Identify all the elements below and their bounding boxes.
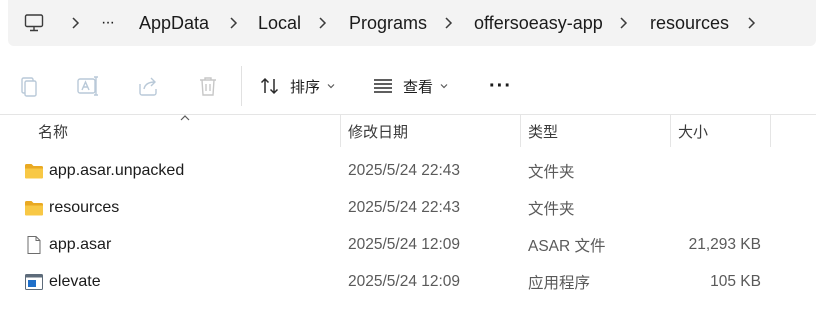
computer-icon[interactable] — [24, 13, 44, 33]
rename-icon[interactable] — [76, 74, 100, 98]
file-row[interactable]: app.asar.unpacked 2025/5/24 22:43 文件夹 — [0, 152, 816, 189]
chevron-right-icon[interactable] — [440, 15, 456, 31]
file-modified: 2025/5/24 22:43 — [348, 198, 461, 216]
breadcrumb-item-appdata[interactable]: AppData — [139, 0, 209, 46]
file-size: 105 KB — [710, 272, 761, 290]
file-row[interactable]: app.asar 2025/5/24 12:09 ASAR 文件 21,293 … — [0, 226, 816, 263]
file-modified: 2025/5/24 12:09 — [348, 272, 461, 290]
folder-icon — [25, 201, 43, 216]
file-name[interactable]: app.asar.unpacked — [49, 152, 184, 189]
address-bar[interactable]: ··· AppData Local Programs offersoeasy-a… — [8, 0, 816, 46]
file-name[interactable]: elevate — [49, 263, 101, 300]
column-header-modified[interactable]: 修改日期 — [348, 115, 408, 147]
chevron-down-icon — [327, 84, 335, 89]
chevron-right-icon[interactable] — [743, 15, 759, 31]
file-name[interactable]: resources — [49, 189, 119, 226]
file-icon — [27, 236, 41, 254]
view-list-icon — [374, 79, 392, 93]
sort-ascending-icon — [180, 115, 190, 121]
file-type: ASAR 文件 — [528, 237, 606, 255]
breadcrumb-item-resources[interactable]: resources — [650, 0, 729, 46]
column-separator[interactable] — [520, 115, 521, 147]
view-button[interactable]: 查看 — [372, 70, 449, 102]
toolbar-separator — [241, 66, 242, 106]
breadcrumb-item-programs[interactable]: Programs — [349, 0, 427, 46]
chevron-right-icon[interactable] — [615, 15, 631, 31]
file-row[interactable]: resources 2025/5/24 22:43 文件夹 — [0, 189, 816, 226]
file-type: 应用程序 — [528, 274, 591, 292]
breadcrumb-more[interactable]: ··· — [101, 0, 115, 46]
breadcrumb-item-offersoeasy-app[interactable]: offersoeasy-app — [474, 0, 603, 46]
sort-label: 排序 — [290, 78, 321, 96]
sort-icon — [260, 77, 279, 95]
column-header-size[interactable]: 大小 — [678, 115, 708, 147]
column-separator[interactable] — [340, 115, 341, 147]
copy-icon[interactable] — [17, 74, 41, 98]
column-header-type[interactable]: 类型 — [528, 115, 558, 147]
column-separator[interactable] — [670, 115, 671, 147]
chevron-down-icon — [440, 84, 448, 89]
chevron-right-icon[interactable] — [67, 15, 83, 31]
more-options-button[interactable]: ··· — [489, 70, 512, 102]
file-modified: 2025/5/24 12:09 — [348, 235, 461, 253]
file-name[interactable]: app.asar — [49, 226, 111, 263]
column-separator[interactable] — [770, 115, 771, 147]
chevron-right-icon[interactable] — [225, 15, 241, 31]
breadcrumb-item-local[interactable]: Local — [258, 0, 301, 46]
sort-button[interactable]: 排序 — [259, 70, 336, 102]
view-label: 查看 — [403, 78, 434, 96]
file-type: 文件夹 — [528, 200, 575, 218]
delete-icon[interactable] — [196, 74, 220, 98]
file-row[interactable]: elevate 2025/5/24 12:09 应用程序 105 KB — [0, 263, 816, 300]
file-size: 21,293 KB — [688, 235, 761, 253]
share-icon[interactable] — [136, 74, 160, 98]
command-bar: 排序 查看 ··· — [0, 58, 816, 114]
exe-icon — [25, 274, 43, 290]
file-modified: 2025/5/24 22:43 — [348, 161, 461, 179]
folder-icon — [25, 164, 43, 179]
file-type: 文件夹 — [528, 163, 575, 181]
column-header-name[interactable]: 名称 — [38, 115, 68, 147]
chevron-right-icon[interactable] — [314, 15, 330, 31]
